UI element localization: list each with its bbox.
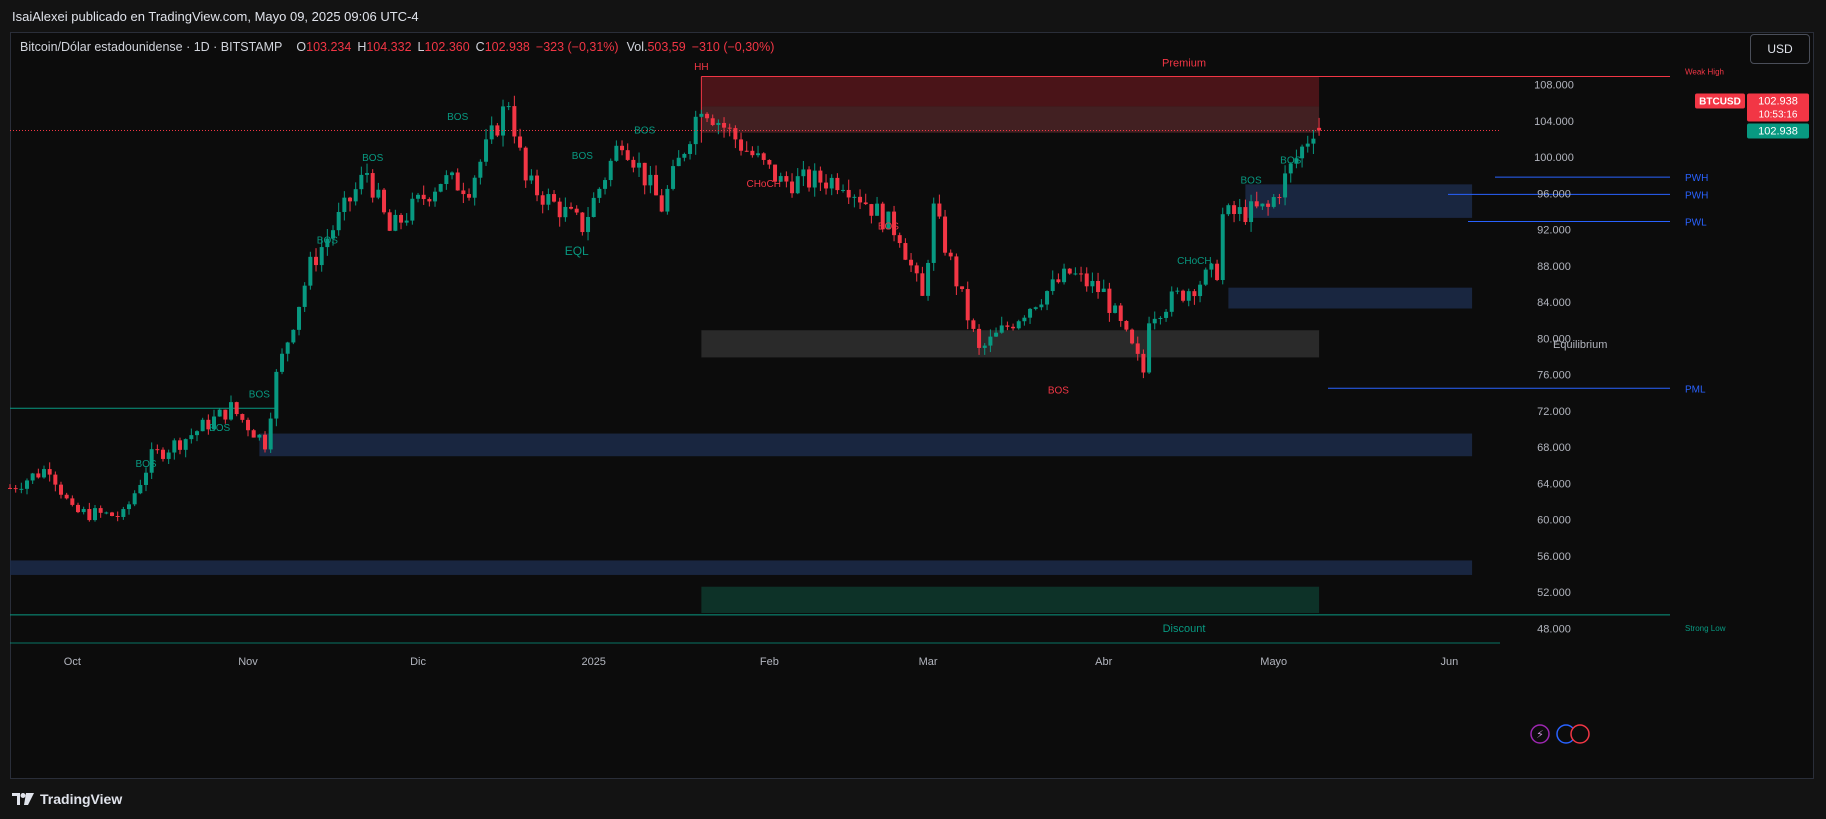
symbol-title[interactable]: Bitcoin/Dólar estadounidense · 1D · BITS… [20, 40, 282, 54]
change-value: −323 (−0,31%) [535, 40, 619, 54]
open-label: O [296, 40, 307, 54]
high-value: 104.332 [366, 40, 412, 54]
low-label: L [417, 40, 425, 54]
high-label: H [357, 40, 367, 54]
tradingview-brand: TradingView [40, 791, 123, 807]
volume-change: −310 (−0,30%) [691, 40, 775, 54]
open-value: 103.234 [306, 40, 352, 54]
tradingview-logo[interactable]: TradingView [12, 791, 122, 807]
close-label: C [475, 40, 485, 54]
currency-button[interactable]: USD [1750, 34, 1810, 64]
publication-info: IsaiAlexei publicado en TradingView.com,… [0, 0, 1826, 32]
close-value: 102.938 [484, 40, 530, 54]
publication-text: IsaiAlexei publicado en TradingView.com,… [12, 8, 419, 24]
symbol-legend: Bitcoin/Dólar estadounidense · 1D · BITS… [20, 38, 774, 56]
volume-value: 503,59 [647, 40, 686, 54]
low-value: 102.360 [424, 40, 470, 54]
tradingview-logo-icon [12, 793, 34, 805]
chart-panel[interactable] [10, 32, 1814, 779]
footer: TradingView [0, 779, 1826, 819]
volume-label: Vol. [626, 40, 648, 54]
